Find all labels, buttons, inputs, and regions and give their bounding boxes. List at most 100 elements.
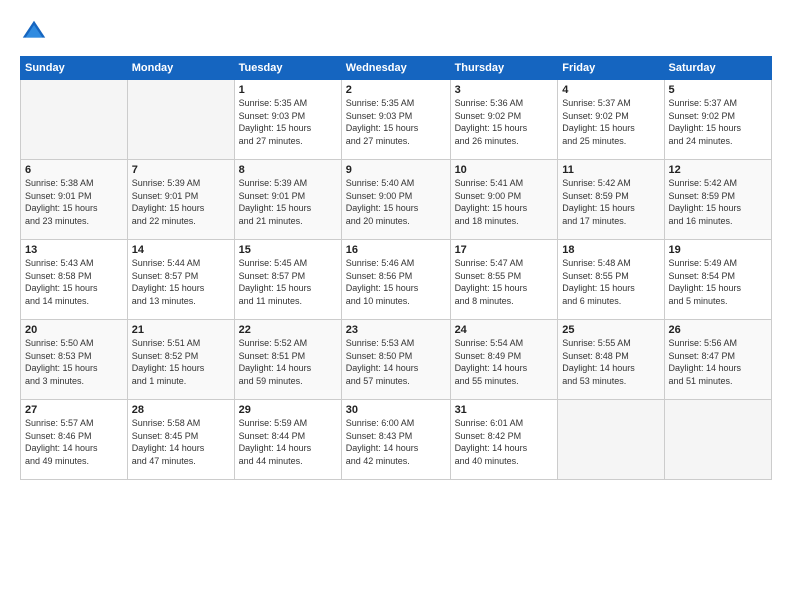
logo bbox=[20, 18, 50, 46]
weekday-header-tuesday: Tuesday bbox=[234, 57, 341, 80]
day-content: Sunrise: 5:56 AM Sunset: 8:47 PM Dayligh… bbox=[669, 337, 767, 387]
day-number: 14 bbox=[132, 244, 230, 256]
calendar-cell bbox=[558, 400, 664, 480]
calendar-cell: 24Sunrise: 5:54 AM Sunset: 8:49 PM Dayli… bbox=[450, 320, 558, 400]
day-number: 5 bbox=[669, 84, 767, 96]
calendar-cell: 13Sunrise: 5:43 AM Sunset: 8:58 PM Dayli… bbox=[21, 240, 128, 320]
calendar-week-row: 13Sunrise: 5:43 AM Sunset: 8:58 PM Dayli… bbox=[21, 240, 772, 320]
day-number: 28 bbox=[132, 404, 230, 416]
day-number: 29 bbox=[239, 404, 337, 416]
day-number: 1 bbox=[239, 84, 337, 96]
calendar-cell: 16Sunrise: 5:46 AM Sunset: 8:56 PM Dayli… bbox=[341, 240, 450, 320]
day-content: Sunrise: 6:00 AM Sunset: 8:43 PM Dayligh… bbox=[346, 417, 446, 467]
calendar-header-row: SundayMondayTuesdayWednesdayThursdayFrid… bbox=[21, 57, 772, 80]
day-number: 3 bbox=[455, 84, 554, 96]
day-number: 8 bbox=[239, 164, 337, 176]
calendar-cell: 21Sunrise: 5:51 AM Sunset: 8:52 PM Dayli… bbox=[127, 320, 234, 400]
day-number: 19 bbox=[669, 244, 767, 256]
day-content: Sunrise: 5:49 AM Sunset: 8:54 PM Dayligh… bbox=[669, 257, 767, 307]
day-number: 21 bbox=[132, 324, 230, 336]
day-number: 12 bbox=[669, 164, 767, 176]
day-content: Sunrise: 5:41 AM Sunset: 9:00 PM Dayligh… bbox=[455, 177, 554, 227]
calendar-cell bbox=[21, 80, 128, 160]
calendar-cell: 8Sunrise: 5:39 AM Sunset: 9:01 PM Daylig… bbox=[234, 160, 341, 240]
day-content: Sunrise: 5:54 AM Sunset: 8:49 PM Dayligh… bbox=[455, 337, 554, 387]
day-content: Sunrise: 5:42 AM Sunset: 8:59 PM Dayligh… bbox=[562, 177, 659, 227]
calendar-week-row: 27Sunrise: 5:57 AM Sunset: 8:46 PM Dayli… bbox=[21, 400, 772, 480]
day-number: 27 bbox=[25, 404, 123, 416]
day-content: Sunrise: 5:52 AM Sunset: 8:51 PM Dayligh… bbox=[239, 337, 337, 387]
calendar-week-row: 20Sunrise: 5:50 AM Sunset: 8:53 PM Dayli… bbox=[21, 320, 772, 400]
day-content: Sunrise: 5:55 AM Sunset: 8:48 PM Dayligh… bbox=[562, 337, 659, 387]
calendar-cell: 7Sunrise: 5:39 AM Sunset: 9:01 PM Daylig… bbox=[127, 160, 234, 240]
weekday-header-monday: Monday bbox=[127, 57, 234, 80]
day-content: Sunrise: 5:37 AM Sunset: 9:02 PM Dayligh… bbox=[669, 97, 767, 147]
day-number: 17 bbox=[455, 244, 554, 256]
day-number: 24 bbox=[455, 324, 554, 336]
calendar-cell: 19Sunrise: 5:49 AM Sunset: 8:54 PM Dayli… bbox=[664, 240, 771, 320]
page-header bbox=[20, 18, 772, 46]
calendar-cell: 12Sunrise: 5:42 AM Sunset: 8:59 PM Dayli… bbox=[664, 160, 771, 240]
day-content: Sunrise: 5:35 AM Sunset: 9:03 PM Dayligh… bbox=[346, 97, 446, 147]
day-number: 13 bbox=[25, 244, 123, 256]
day-content: Sunrise: 5:51 AM Sunset: 8:52 PM Dayligh… bbox=[132, 337, 230, 387]
day-content: Sunrise: 5:45 AM Sunset: 8:57 PM Dayligh… bbox=[239, 257, 337, 307]
calendar-cell: 2Sunrise: 5:35 AM Sunset: 9:03 PM Daylig… bbox=[341, 80, 450, 160]
calendar-cell: 11Sunrise: 5:42 AM Sunset: 8:59 PM Dayli… bbox=[558, 160, 664, 240]
day-content: Sunrise: 5:43 AM Sunset: 8:58 PM Dayligh… bbox=[25, 257, 123, 307]
weekday-header-wednesday: Wednesday bbox=[341, 57, 450, 80]
calendar-cell: 23Sunrise: 5:53 AM Sunset: 8:50 PM Dayli… bbox=[341, 320, 450, 400]
calendar-cell: 6Sunrise: 5:38 AM Sunset: 9:01 PM Daylig… bbox=[21, 160, 128, 240]
day-number: 30 bbox=[346, 404, 446, 416]
day-content: Sunrise: 5:47 AM Sunset: 8:55 PM Dayligh… bbox=[455, 257, 554, 307]
calendar-cell: 29Sunrise: 5:59 AM Sunset: 8:44 PM Dayli… bbox=[234, 400, 341, 480]
day-content: Sunrise: 5:57 AM Sunset: 8:46 PM Dayligh… bbox=[25, 417, 123, 467]
weekday-header-saturday: Saturday bbox=[664, 57, 771, 80]
calendar-cell: 18Sunrise: 5:48 AM Sunset: 8:55 PM Dayli… bbox=[558, 240, 664, 320]
day-content: Sunrise: 5:37 AM Sunset: 9:02 PM Dayligh… bbox=[562, 97, 659, 147]
calendar-week-row: 6Sunrise: 5:38 AM Sunset: 9:01 PM Daylig… bbox=[21, 160, 772, 240]
weekday-header-friday: Friday bbox=[558, 57, 664, 80]
day-number: 2 bbox=[346, 84, 446, 96]
day-number: 7 bbox=[132, 164, 230, 176]
calendar-cell bbox=[127, 80, 234, 160]
calendar-cell: 27Sunrise: 5:57 AM Sunset: 8:46 PM Dayli… bbox=[21, 400, 128, 480]
day-number: 6 bbox=[25, 164, 123, 176]
day-number: 16 bbox=[346, 244, 446, 256]
day-number: 9 bbox=[346, 164, 446, 176]
day-content: Sunrise: 5:58 AM Sunset: 8:45 PM Dayligh… bbox=[132, 417, 230, 467]
calendar-cell: 9Sunrise: 5:40 AM Sunset: 9:00 PM Daylig… bbox=[341, 160, 450, 240]
day-number: 26 bbox=[669, 324, 767, 336]
calendar-cell: 30Sunrise: 6:00 AM Sunset: 8:43 PM Dayli… bbox=[341, 400, 450, 480]
calendar-cell: 10Sunrise: 5:41 AM Sunset: 9:00 PM Dayli… bbox=[450, 160, 558, 240]
weekday-header-thursday: Thursday bbox=[450, 57, 558, 80]
day-content: Sunrise: 5:48 AM Sunset: 8:55 PM Dayligh… bbox=[562, 257, 659, 307]
day-content: Sunrise: 5:40 AM Sunset: 9:00 PM Dayligh… bbox=[346, 177, 446, 227]
day-number: 25 bbox=[562, 324, 659, 336]
day-content: Sunrise: 5:36 AM Sunset: 9:02 PM Dayligh… bbox=[455, 97, 554, 147]
calendar-cell bbox=[664, 400, 771, 480]
calendar-cell: 15Sunrise: 5:45 AM Sunset: 8:57 PM Dayli… bbox=[234, 240, 341, 320]
day-content: Sunrise: 5:50 AM Sunset: 8:53 PM Dayligh… bbox=[25, 337, 123, 387]
day-content: Sunrise: 5:44 AM Sunset: 8:57 PM Dayligh… bbox=[132, 257, 230, 307]
calendar-cell: 1Sunrise: 5:35 AM Sunset: 9:03 PM Daylig… bbox=[234, 80, 341, 160]
calendar-cell: 4Sunrise: 5:37 AM Sunset: 9:02 PM Daylig… bbox=[558, 80, 664, 160]
day-number: 15 bbox=[239, 244, 337, 256]
day-content: Sunrise: 5:35 AM Sunset: 9:03 PM Dayligh… bbox=[239, 97, 337, 147]
calendar-cell: 25Sunrise: 5:55 AM Sunset: 8:48 PM Dayli… bbox=[558, 320, 664, 400]
logo-icon bbox=[20, 18, 48, 46]
calendar-cell: 14Sunrise: 5:44 AM Sunset: 8:57 PM Dayli… bbox=[127, 240, 234, 320]
calendar-cell: 17Sunrise: 5:47 AM Sunset: 8:55 PM Dayli… bbox=[450, 240, 558, 320]
day-content: Sunrise: 5:59 AM Sunset: 8:44 PM Dayligh… bbox=[239, 417, 337, 467]
day-number: 20 bbox=[25, 324, 123, 336]
day-content: Sunrise: 5:46 AM Sunset: 8:56 PM Dayligh… bbox=[346, 257, 446, 307]
day-content: Sunrise: 5:38 AM Sunset: 9:01 PM Dayligh… bbox=[25, 177, 123, 227]
day-content: Sunrise: 6:01 AM Sunset: 8:42 PM Dayligh… bbox=[455, 417, 554, 467]
day-content: Sunrise: 5:42 AM Sunset: 8:59 PM Dayligh… bbox=[669, 177, 767, 227]
calendar-cell: 26Sunrise: 5:56 AM Sunset: 8:47 PM Dayli… bbox=[664, 320, 771, 400]
weekday-header-sunday: Sunday bbox=[21, 57, 128, 80]
day-number: 11 bbox=[562, 164, 659, 176]
calendar-table: SundayMondayTuesdayWednesdayThursdayFrid… bbox=[20, 56, 772, 480]
day-content: Sunrise: 5:53 AM Sunset: 8:50 PM Dayligh… bbox=[346, 337, 446, 387]
calendar-week-row: 1Sunrise: 5:35 AM Sunset: 9:03 PM Daylig… bbox=[21, 80, 772, 160]
